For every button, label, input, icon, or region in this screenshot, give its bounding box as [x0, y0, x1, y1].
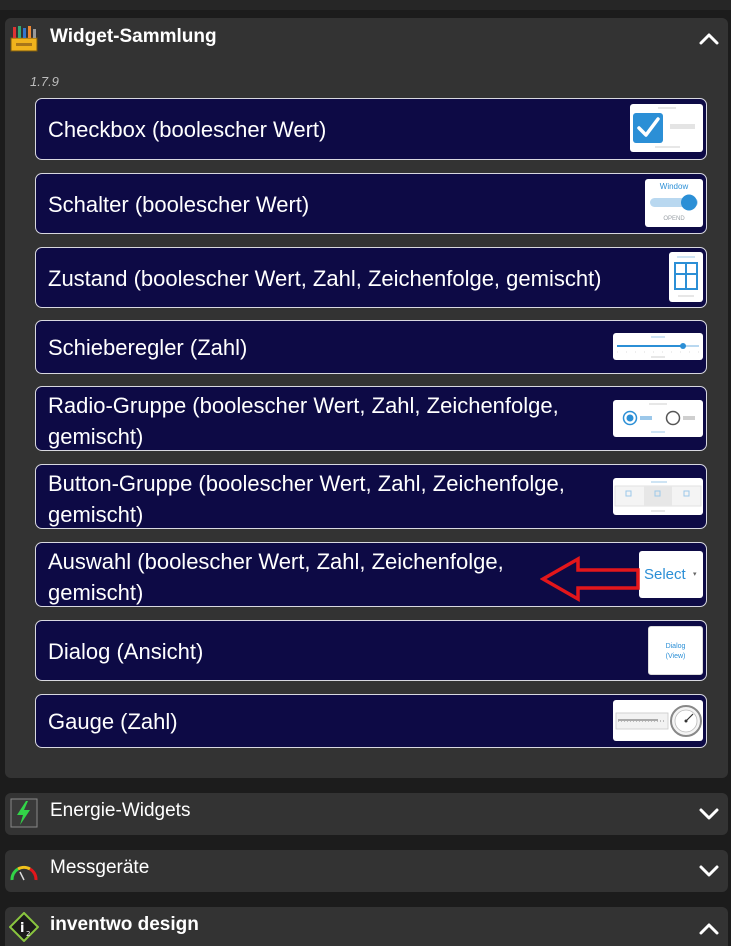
chevron-up-icon[interactable]	[698, 918, 720, 940]
chevron-down-icon[interactable]	[698, 860, 720, 882]
select-thumbnail: Select ▾	[639, 551, 703, 598]
dropdown-caret-icon: ▾	[693, 571, 697, 578]
window-state-icon	[674, 256, 698, 297]
widget-item-button-group[interactable]: Button-Gruppe (boolescher Wert, Zahl, Ze…	[35, 464, 707, 529]
inventwo-logo-icon: i 2	[9, 912, 39, 942]
top-strip	[0, 0, 731, 10]
switch-thumbnail: Window OPEND	[645, 179, 703, 227]
gauge-preview-icon	[615, 705, 702, 737]
widget-collection-title: Widget-Sammlung	[50, 26, 217, 47]
energy-widgets-title: Energie-Widgets	[50, 800, 191, 821]
svg-text:i: i	[20, 921, 24, 936]
gauge-thumbnail	[613, 700, 703, 741]
widget-item-label: Checkbox (boolescher Wert)	[48, 117, 327, 142]
chevron-up-icon[interactable]	[698, 28, 720, 50]
button-group-preview-icon	[614, 481, 702, 512]
red-arrow-annotation-icon	[540, 555, 640, 603]
dialog-thumbnail: Dialog (View)	[648, 626, 703, 675]
select-thumb-text: Select	[644, 566, 686, 583]
widget-item-gauge[interactable]: Gauge (Zahl)	[35, 694, 707, 748]
widget-item-label-line2: gemischt)	[48, 502, 144, 527]
widget-item-checkbox[interactable]: Checkbox (boolescher Wert)	[35, 98, 707, 160]
widget-item-label-line2: gemischt)	[48, 580, 144, 605]
widget-item-radio-group[interactable]: Radio-Gruppe (boolescher Wert, Zahl, Zei…	[35, 386, 707, 451]
lightning-bolt-icon	[10, 798, 38, 828]
widget-item-label: Schieberegler (Zahl)	[48, 335, 248, 360]
widget-item-label-line1: Radio-Gruppe (boolescher Wert, Zahl, Zei…	[48, 393, 559, 418]
dialog-thumb-line1: Dialog	[665, 643, 686, 650]
slider-preview-icon	[617, 336, 699, 358]
state-thumbnail	[669, 252, 703, 302]
widget-item-label-line1: Auswahl (boolescher Wert, Zahl, Zeichenf…	[48, 549, 504, 574]
widget-item-label: Dialog (Ansicht)	[48, 639, 204, 664]
version-label: 1.7.9	[30, 74, 59, 89]
svg-text:2: 2	[26, 930, 30, 938]
widget-item-dialog[interactable]: Dialog (Ansicht) Dialog (View)	[35, 620, 707, 681]
radio-preview-icon	[622, 403, 695, 433]
checkbox-preview-icon	[633, 107, 695, 148]
gauges-title: Messgeräte	[50, 857, 150, 878]
widget-item-switch[interactable]: Schalter (boolescher Wert) Window OPEND	[35, 173, 707, 234]
chevron-down-icon[interactable]	[698, 803, 720, 825]
inventwo-design-panel[interactable]: i 2 inventwo design	[5, 907, 728, 946]
energy-widgets-panel[interactable]: Energie-Widgets	[5, 793, 728, 835]
switch-thumb-caption: OPEND	[663, 216, 685, 222]
widget-item-state[interactable]: Zustand (boolescher Wert, Zahl, Zeichenf…	[35, 247, 707, 308]
widget-item-label: Schalter (boolescher Wert)	[48, 192, 310, 217]
gauges-panel[interactable]: Messgeräte	[5, 850, 728, 892]
widget-collection-panel: Widget-Sammlung 1.7.9 Checkbox (boolesch…	[5, 18, 728, 778]
widget-collection-header[interactable]: Widget-Sammlung	[5, 18, 728, 58]
toolbox-icon	[10, 26, 38, 52]
widget-item-slider[interactable]: Schieberegler (Zahl)	[35, 320, 707, 374]
slider-thumbnail	[613, 333, 703, 360]
widget-item-label-line2: gemischt)	[48, 424, 144, 449]
checkbox-thumbnail	[630, 104, 703, 152]
inventwo-design-title: inventwo design	[50, 914, 199, 935]
button-group-thumbnail	[613, 478, 703, 515]
radio-group-thumbnail	[613, 400, 703, 437]
dialog-thumb-line2: (View)	[665, 653, 686, 660]
widget-item-label: Gauge (Zahl)	[48, 709, 178, 734]
widget-item-label-line1: Button-Gruppe (boolescher Wert, Zahl, Ze…	[48, 471, 565, 496]
gauge-meter-icon	[10, 865, 38, 881]
widget-item-label: Zustand (boolescher Wert, Zahl, Zeichenf…	[48, 266, 602, 291]
